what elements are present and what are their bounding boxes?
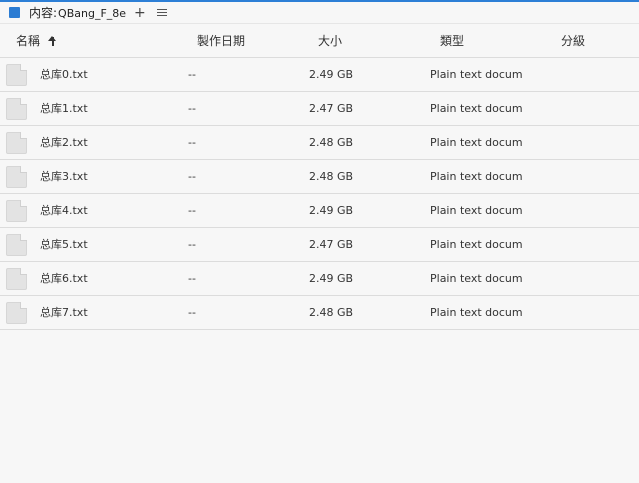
tab-bar: 内容:QBang_F_8e +	[0, 2, 639, 24]
file-name: 总库6.txt	[40, 272, 88, 285]
file-date: --	[188, 306, 196, 319]
text-file-icon	[6, 166, 27, 188]
text-file-icon	[6, 98, 27, 120]
file-size: 2.49 GB	[309, 272, 354, 285]
file-date: --	[188, 102, 196, 115]
file-name: 总库1.txt	[40, 102, 88, 115]
file-date: --	[188, 136, 196, 149]
file-type: Plain text docum...	[430, 306, 522, 319]
file-size: 2.48 GB	[309, 306, 354, 319]
text-file-icon	[6, 132, 27, 154]
file-date: --	[188, 170, 196, 183]
folder-tab-icon	[9, 7, 20, 18]
file-size: 2.49 GB	[309, 204, 354, 217]
column-header-row: 名稱 製作日期 大小 類型 分級	[0, 25, 639, 58]
text-file-icon	[6, 64, 27, 86]
file-row[interactable]: 总库7.txt -- 2.48 GB Plain text docum...	[0, 296, 639, 330]
file-row[interactable]: 总库3.txt -- 2.48 GB Plain text docum...	[0, 160, 639, 194]
file-name: 总库3.txt	[40, 170, 88, 183]
file-size: 2.48 GB	[309, 136, 354, 149]
file-row[interactable]: 总库4.txt -- 2.49 GB Plain text docum...	[0, 194, 639, 228]
menu-icon[interactable]	[156, 8, 167, 17]
tab-prefix: 内容:	[29, 6, 58, 20]
text-file-icon	[6, 200, 27, 222]
file-size: 2.49 GB	[309, 68, 354, 81]
file-name: 总库7.txt	[40, 306, 88, 319]
column-header-type[interactable]: 類型	[440, 25, 464, 58]
file-type: Plain text docum...	[430, 238, 522, 251]
tab-name: QBang_F_8e	[58, 7, 127, 20]
add-tab-icon[interactable]: +	[134, 6, 146, 20]
column-header-date[interactable]: 製作日期	[197, 25, 245, 58]
sort-ascending-icon[interactable]	[47, 25, 59, 58]
file-row[interactable]: 总库0.txt -- 2.49 GB Plain text docum...	[0, 58, 639, 92]
file-name: 总库2.txt	[40, 136, 88, 149]
file-row[interactable]: 总库6.txt -- 2.49 GB Plain text docum...	[0, 262, 639, 296]
file-type: Plain text docum...	[430, 272, 522, 285]
file-type: Plain text docum...	[430, 68, 522, 81]
file-date: --	[188, 272, 196, 285]
column-header-name[interactable]: 名稱	[16, 25, 40, 58]
tab-title[interactable]: 内容:QBang_F_8e	[29, 4, 126, 21]
file-row[interactable]: 总库2.txt -- 2.48 GB Plain text docum...	[0, 126, 639, 160]
file-row[interactable]: 总库1.txt -- 2.47 GB Plain text docum...	[0, 92, 639, 126]
file-name: 总库4.txt	[40, 204, 88, 217]
text-file-icon	[6, 234, 27, 256]
file-size: 2.47 GB	[309, 238, 354, 251]
file-size: 2.47 GB	[309, 102, 354, 115]
file-name: 总库0.txt	[40, 68, 88, 81]
file-date: --	[188, 238, 196, 251]
column-header-class[interactable]: 分級	[561, 25, 585, 58]
file-type: Plain text docum...	[430, 170, 522, 183]
file-date: --	[188, 68, 196, 81]
file-name: 总库5.txt	[40, 238, 88, 251]
file-row[interactable]: 总库5.txt -- 2.47 GB Plain text docum...	[0, 228, 639, 262]
file-type: Plain text docum...	[430, 102, 522, 115]
file-list: 总库0.txt -- 2.49 GB Plain text docum... 总…	[0, 58, 639, 330]
file-type: Plain text docum...	[430, 136, 522, 149]
file-date: --	[188, 204, 196, 217]
file-browser-window: 内容:QBang_F_8e + 名稱 製作日期 大小 類型 分級 总库0.txt…	[0, 0, 639, 483]
file-type: Plain text docum...	[430, 204, 522, 217]
column-header-size[interactable]: 大小	[318, 25, 342, 58]
text-file-icon	[6, 302, 27, 324]
text-file-icon	[6, 268, 27, 290]
file-size: 2.48 GB	[309, 170, 354, 183]
